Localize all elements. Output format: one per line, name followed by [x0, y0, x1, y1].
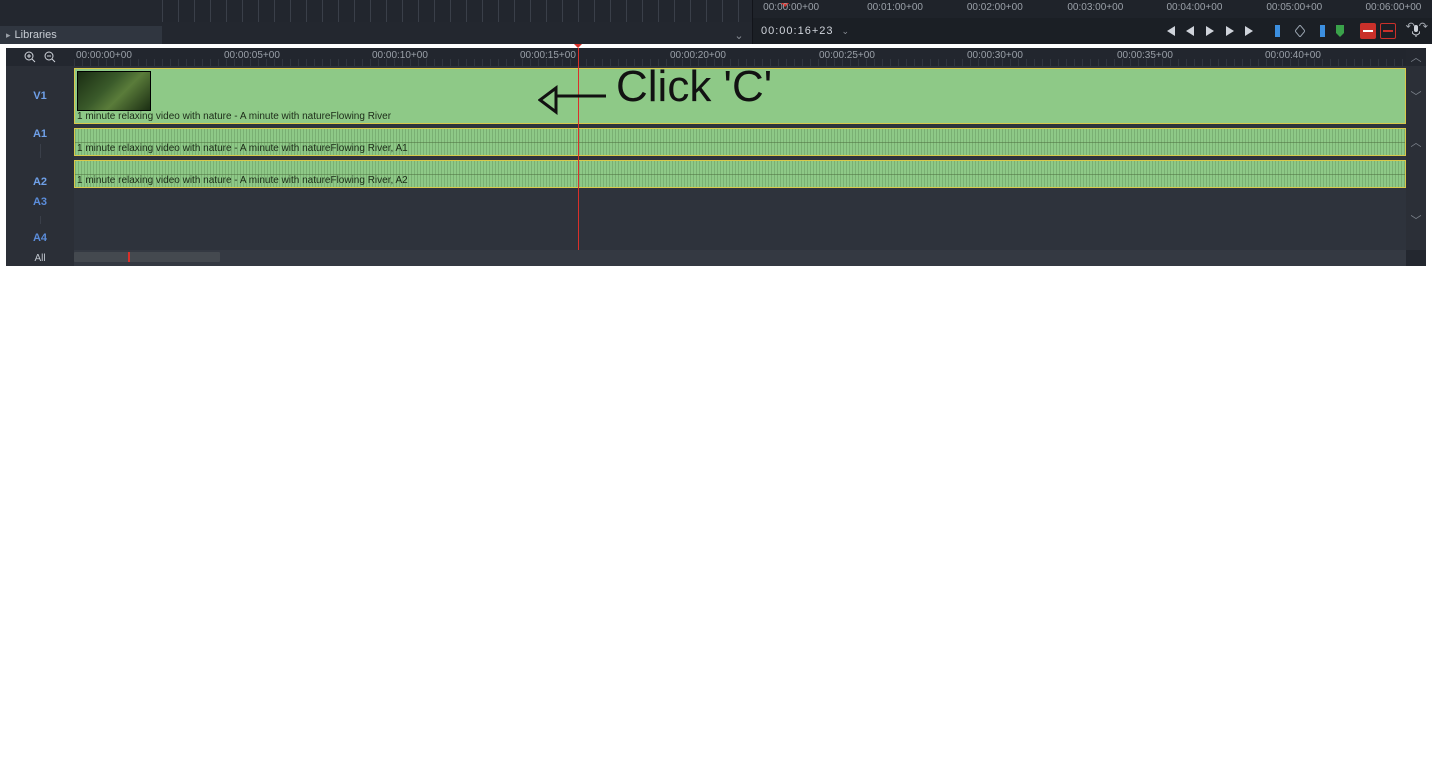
timeline-scrollbar[interactable] [74, 250, 1406, 266]
track-v1: V1 1 minute relaxing video with nature -… [6, 66, 1426, 126]
timeline-tick: 00:00:20+00 [670, 50, 726, 61]
current-timecode: 00:00:16+23 [761, 25, 833, 37]
clip-label-v1: 1 minute relaxing video with nature - A … [77, 111, 391, 122]
source-ruler[interactable] [162, 0, 752, 22]
timeline-playhead[interactable] [578, 48, 579, 250]
timeline-tick: 00:00:05+00 [224, 50, 280, 61]
track-v1-collapse[interactable]: ﹀ [1406, 66, 1426, 126]
lift-button[interactable] [1360, 23, 1376, 39]
timeline-tick: 00:00:15+00 [520, 50, 576, 61]
audio-clip-a1[interactable]: 1 minute relaxing video with nature - A … [74, 128, 1406, 156]
timeline-tick: 00:00:40+00 [1265, 50, 1321, 61]
go-to-end-button[interactable] [1242, 23, 1258, 39]
sequence-tick: 00:03:00+00 [1067, 2, 1123, 13]
clip-label-a2: 1 minute relaxing video with nature - A … [77, 175, 408, 186]
step-back-button[interactable] [1182, 23, 1198, 39]
audio-clip-a2[interactable]: 1 minute relaxing video with nature - A … [74, 160, 1406, 188]
redo-button[interactable]: ↷ [1419, 20, 1428, 33]
timeline-ruler[interactable]: 00:00:00+00 00:00:05+00 00:00:10+00 00:00:1… [74, 48, 1406, 66]
libraries-tab-label: Libraries [15, 29, 57, 41]
libraries-tab[interactable]: ▸ Libraries [0, 26, 162, 44]
track-lane-a3a4[interactable] [74, 190, 1406, 250]
play-button[interactable] [1202, 23, 1218, 39]
sequence-ruler[interactable]: 00:00:00+00 00:01:00+00 00:02:00+00 00:03:0… [753, 0, 1432, 18]
all-tracks-button[interactable]: All [6, 250, 74, 266]
timeline-tick: 00:00:00+00 [76, 50, 132, 61]
zoom-out-button[interactable] [44, 51, 56, 63]
timeline-scroll-row: All [6, 250, 1426, 266]
transport-bar: 00:00:16+23 ⌄ ↶ ↷ [753, 18, 1432, 44]
source-dropdown[interactable]: ⌄ [732, 28, 746, 42]
timecode-dropdown[interactable]: ⌄ [841, 26, 849, 37]
top-panels: ▸ Libraries ⌄ 00:00:00+0000:01:00+0000:0… [0, 0, 1432, 44]
scroll-playhead-indicator [128, 252, 130, 262]
zoom-controls [6, 48, 74, 66]
mark-in-button[interactable] [1272, 23, 1288, 39]
go-to-start-button[interactable] [1162, 23, 1178, 39]
marker-button[interactable] [1292, 23, 1308, 39]
track-label-a4: A4 [33, 232, 47, 244]
ruler-collapse[interactable]: ︿ [1406, 48, 1426, 66]
timeline-panel: 00:00:00+00 00:00:05+00 00:00:10+00 00:00:1… [6, 48, 1426, 266]
track-a3-a4: A3 A4 ﹀ [6, 190, 1426, 250]
undo-button[interactable]: ↶ [1406, 20, 1415, 33]
extract-button[interactable] [1380, 23, 1396, 39]
chevron-right-icon: ▸ [6, 30, 11, 41]
track-head-v1[interactable]: V1 [6, 66, 74, 126]
clip-thumbnail [77, 71, 151, 111]
clip-label-a1: 1 minute relaxing video with nature - A … [77, 143, 408, 154]
source-panel: ▸ Libraries ⌄ [0, 0, 753, 44]
track-a1-collapse[interactable]: ︿ [1406, 126, 1426, 158]
timeline-tick: 00:00:30+00 [967, 50, 1023, 61]
track-head-a1[interactable]: A1 [6, 126, 74, 158]
track-head-a3a4[interactable]: A3 A4 [6, 190, 74, 250]
track-lane-v1[interactable]: 1 minute relaxing video with nature - A … [74, 66, 1406, 126]
sequence-tick: 00:02:00+00 [967, 2, 1023, 13]
timeline-ruler-row: 00:00:00+00 00:00:05+00 00:00:10+00 00:00:1… [6, 48, 1426, 66]
sequence-tick: 00:04:00+00 [1167, 2, 1223, 13]
track-head-a2[interactable]: A2 [6, 158, 74, 190]
sequence-tick: 00:06:00+00 [1365, 2, 1421, 13]
track-lane-a2[interactable]: 1 minute relaxing video with nature - A … [74, 158, 1406, 190]
track-a3a4-collapse[interactable]: ﹀ [1406, 190, 1426, 250]
timeline-tick: 00:00:10+00 [372, 50, 428, 61]
track-lane-a1[interactable]: 1 minute relaxing video with nature - A … [74, 126, 1406, 158]
sequence-tick: 00:01:00+00 [867, 2, 923, 13]
video-clip-v1[interactable]: 1 minute relaxing video with nature - A … [74, 68, 1406, 124]
scroll-thumb[interactable] [74, 252, 220, 262]
track-a2: A2 1 minute relaxing video with nature -… [6, 158, 1426, 190]
record-panel: 00:00:00+00 00:01:00+00 00:02:00+00 00:03:0… [753, 0, 1432, 44]
sequence-tick: 00:05:00+00 [1266, 2, 1322, 13]
track-a1: A1 1 minute relaxing video with nature -… [6, 126, 1426, 158]
undo-redo-group: ↶ ↷ [1406, 20, 1428, 33]
timeline-tick: 00:00:35+00 [1117, 50, 1173, 61]
timeline-tick: 00:00:25+00 [819, 50, 875, 61]
add-marker-button[interactable] [1332, 23, 1348, 39]
zoom-in-button[interactable] [24, 51, 36, 63]
track-label-a3: A3 [33, 196, 47, 208]
mark-out-button[interactable] [1312, 23, 1328, 39]
step-forward-button[interactable] [1222, 23, 1238, 39]
sequence-tick: 00:00:00+00 [763, 2, 819, 13]
